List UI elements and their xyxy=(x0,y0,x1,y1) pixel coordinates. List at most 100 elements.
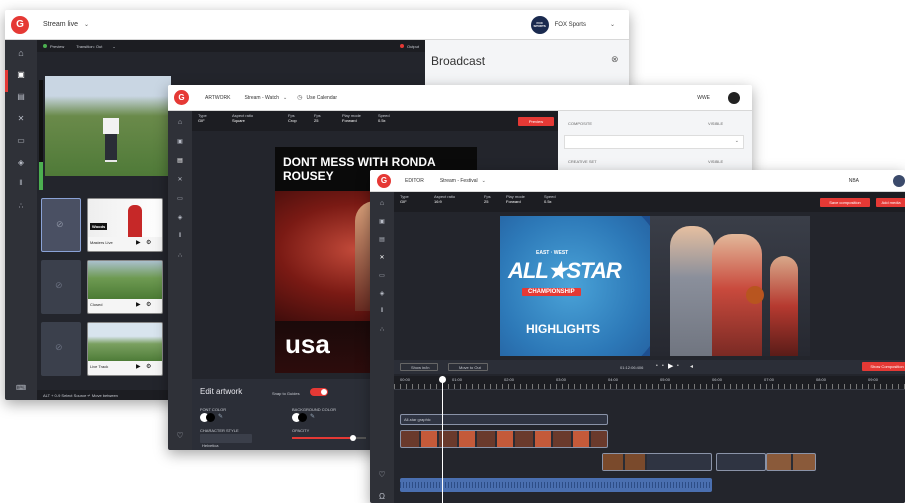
calendar-icon[interactable]: ▤ xyxy=(17,92,25,114)
playhead-handle[interactable] xyxy=(439,376,446,383)
source-tile[interactable]: Closed ▶ ⚙ xyxy=(87,260,163,314)
home-icon[interactable]: ⌂ xyxy=(18,48,23,70)
tag-icon[interactable]: ◈ xyxy=(18,158,24,180)
app-logo[interactable]: G xyxy=(174,90,189,105)
field-playmode[interactable]: Play mode Forward xyxy=(506,194,525,204)
source-tile[interactable]: Live Track ▶ ⚙ xyxy=(87,322,163,376)
field-fit[interactable]: Fps Crop xyxy=(288,113,297,123)
video-clip[interactable] xyxy=(602,453,712,471)
source-tile-empty[interactable]: ⊘ xyxy=(41,198,81,252)
prev-frame-icon[interactable]: • xyxy=(656,363,658,369)
tag-icon[interactable]: ◈ xyxy=(380,290,385,308)
chevron-down-icon[interactable]: ⌄ xyxy=(482,178,486,184)
library-icon[interactable]: ⫴ xyxy=(179,233,182,252)
play-icon[interactable]: ▶ xyxy=(136,239,141,246)
calendar-toggle[interactable]: Use Calendar xyxy=(306,95,337,101)
volume-icon[interactable]: ◂ xyxy=(690,363,693,370)
app-logo[interactable]: G xyxy=(11,15,29,34)
heart-icon[interactable]: ♡ xyxy=(176,431,183,440)
gear-icon[interactable]: ⚙ xyxy=(146,363,151,370)
headset-icon[interactable]: Ω xyxy=(379,492,385,501)
save-composition-button[interactable]: Save composition xyxy=(820,198,870,207)
field-speed[interactable]: Speed 0.5x xyxy=(544,194,556,204)
chevron-down-icon[interactable]: ⌄ xyxy=(283,95,287,101)
users-icon[interactable]: ∴ xyxy=(19,202,23,224)
clock-icon[interactable]: ◷ xyxy=(297,94,302,101)
monitor-icon[interactable]: ▣ xyxy=(177,138,183,157)
video-clip[interactable] xyxy=(766,453,816,471)
play-icon[interactable]: ▶ xyxy=(136,301,141,308)
move-to-out-button[interactable]: Move to Out xyxy=(448,363,488,371)
preview-video[interactable] xyxy=(45,76,171,176)
broadcast-icon[interactable] xyxy=(5,70,8,92)
transition-label[interactable]: Transition: Out xyxy=(76,44,102,49)
scissors-icon[interactable]: ✕ xyxy=(379,254,384,272)
tab-stream[interactable]: Stream - Watch xyxy=(244,95,279,101)
monitor-icon[interactable]: ▣ xyxy=(17,70,25,92)
library-icon[interactable]: ⫴ xyxy=(20,180,23,202)
heart-icon[interactable]: ♡ xyxy=(378,470,385,479)
app-logo[interactable]: G xyxy=(377,173,391,188)
gear-icon[interactable]: ⚙ xyxy=(146,301,151,308)
snap-toggle[interactable] xyxy=(310,388,328,396)
font-color-swatch-dark[interactable] xyxy=(206,413,215,422)
close-icon[interactable]: ⊗ xyxy=(611,54,619,65)
source-tile[interactable]: Woods Masters Live ▶ ⚙ xyxy=(87,198,163,252)
tab-editor[interactable]: EDITOR xyxy=(405,178,424,184)
audio-clip[interactable] xyxy=(400,478,712,492)
monitor-icon[interactable]: ▣ xyxy=(379,218,385,236)
field-aspect[interactable]: Aspect ratio Square xyxy=(232,113,253,123)
show-composition-button[interactable]: Show Composition xyxy=(862,362,905,371)
play-icon[interactable]: ▶ xyxy=(668,362,673,370)
source-tile-empty[interactable]: ⊘ xyxy=(41,322,81,376)
tag-icon[interactable]: ◈ xyxy=(178,214,183,233)
scissors-icon[interactable]: ✕ xyxy=(18,114,25,136)
chevron-down-icon[interactable]: ⌄ xyxy=(735,138,739,144)
home-icon[interactable]: ⌂ xyxy=(380,200,384,218)
field-fps[interactable]: Fps 25 xyxy=(484,194,491,204)
folder-icon[interactable]: ▭ xyxy=(177,195,183,214)
step-back-icon[interactable]: • xyxy=(662,363,664,369)
chevron-down-icon[interactable]: ⌄ xyxy=(112,44,115,49)
users-icon[interactable]: ∴ xyxy=(380,326,384,344)
user-name[interactable]: NBA xyxy=(849,178,859,184)
calendar-icon[interactable]: ▤ xyxy=(379,236,385,254)
eyedropper-icon[interactable]: ✎ xyxy=(218,413,223,420)
character-style-select[interactable]: Helvetica xyxy=(200,434,252,448)
tab-artwork[interactable]: ARTWORK xyxy=(205,95,230,101)
field-type[interactable]: Type GIF xyxy=(400,194,409,204)
chevron-down-icon[interactable]: ⌄ xyxy=(84,21,89,28)
folder-icon[interactable]: ▭ xyxy=(379,272,385,290)
avatar[interactable] xyxy=(728,91,740,104)
composite-row[interactable]: ⌄ xyxy=(564,135,744,149)
avatar[interactable] xyxy=(893,174,905,187)
field-speed[interactable]: Speed 0.5x xyxy=(378,113,390,123)
bg-color-swatch-dark[interactable] xyxy=(298,413,307,422)
field-playmode[interactable]: Play mode Forward xyxy=(342,113,361,123)
show-in-button[interactable]: Show in/in xyxy=(400,363,438,371)
step-forward-icon[interactable]: • xyxy=(677,363,679,369)
eyedropper-icon[interactable]: ✎ xyxy=(310,413,315,420)
folder-icon[interactable]: ▭ xyxy=(17,136,25,158)
field-fps[interactable]: Fps 25 xyxy=(314,113,321,123)
keyboard-icon[interactable]: ⌨ xyxy=(16,384,26,392)
tab-stream[interactable]: Stream - Festival xyxy=(440,178,478,184)
opacity-slider[interactable] xyxy=(292,435,366,441)
channel-name[interactable]: FOX Sports xyxy=(555,22,586,28)
stream-title[interactable]: Stream live xyxy=(43,21,78,28)
field-aspect[interactable]: Aspect ratio 16:9 xyxy=(434,194,455,204)
playhead[interactable] xyxy=(442,376,443,503)
preview-button[interactable]: Preview xyxy=(518,117,554,126)
home-icon[interactable]: ⌂ xyxy=(178,119,182,138)
library-icon[interactable]: ⫴ xyxy=(381,308,384,326)
overlay-clip[interactable]: All-star graphic xyxy=(400,414,608,425)
field-type[interactable]: Type GIF xyxy=(198,113,207,123)
source-tile-empty[interactable]: ⊘ xyxy=(41,260,81,314)
play-icon[interactable]: ▶ xyxy=(136,363,141,370)
users-icon[interactable]: ∴ xyxy=(178,252,182,271)
user-name[interactable]: WWE xyxy=(697,95,710,101)
add-media-button[interactable]: Add media xyxy=(876,198,905,207)
video-clip[interactable] xyxy=(400,430,608,448)
video-clip[interactable] xyxy=(716,453,766,471)
chevron-down-icon[interactable]: ⌄ xyxy=(610,21,615,28)
